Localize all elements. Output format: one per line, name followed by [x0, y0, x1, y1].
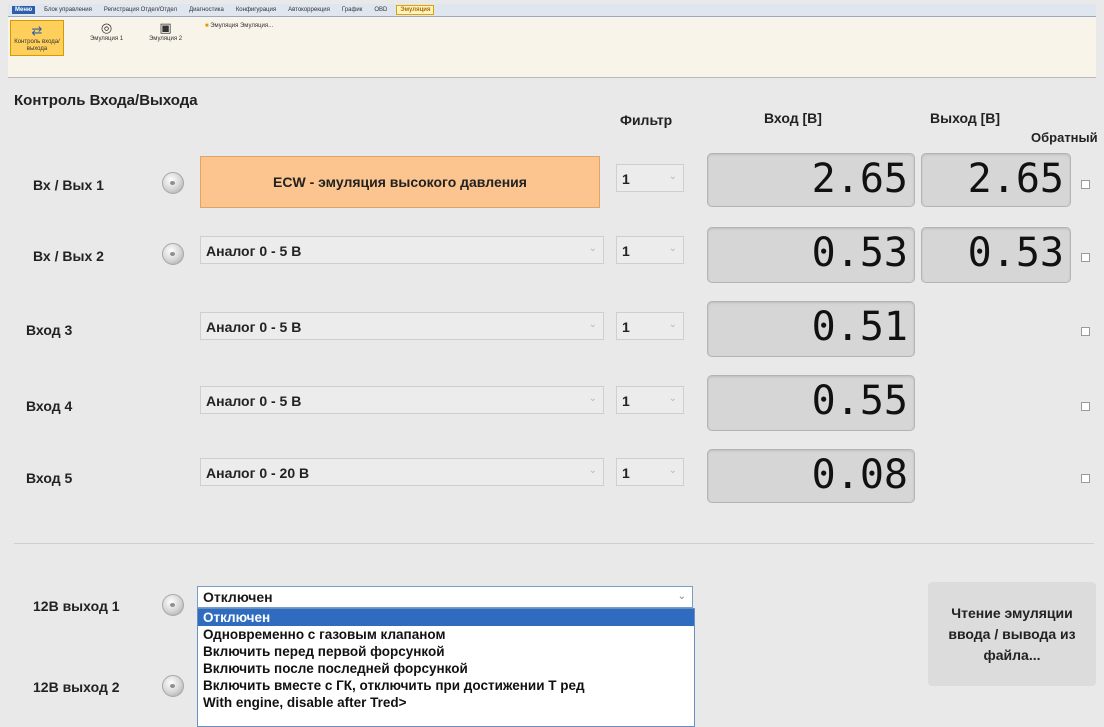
- read-button-label: Чтение эмуляции ввода / вывода из файла.…: [948, 603, 1075, 666]
- input3-filter-select[interactable]: 1 ⌄: [616, 312, 684, 340]
- io2-indicator-button[interactable]: [162, 243, 184, 265]
- io-control-ribbon-button[interactable]: ⇄ Контроль входа/выхода: [10, 20, 64, 56]
- read-emulation-file-button[interactable]: Чтение эмуляции ввода / вывода из файла.…: [928, 582, 1096, 686]
- chevron-down-icon: ⌄: [588, 465, 597, 476]
- input-column-header: Вход [В]: [764, 110, 822, 126]
- row-label-12v-out1: 12В выход 1: [33, 598, 120, 614]
- out2-indicator-button[interactable]: [162, 675, 184, 697]
- dropdown-option[interactable]: Отключен: [198, 609, 694, 626]
- io1-input-display: 2.65: [707, 153, 915, 207]
- chevron-down-icon: ⌄: [588, 319, 597, 330]
- emulation2-ribbon-button[interactable]: ▣ Эмуляция 2: [149, 20, 182, 43]
- row-label-input5: Вход 5: [26, 470, 73, 486]
- ribbon-emulation-label: ■ Эмуляция Эмуляция...: [205, 23, 273, 29]
- chevron-down-icon: ⌄: [588, 393, 597, 404]
- input5-display: 0.08: [707, 449, 915, 503]
- chevron-down-icon: ⌄: [668, 243, 677, 254]
- input5-filter-value: 1: [622, 465, 630, 481]
- page-title: Контроль Входа/Выхода: [14, 92, 198, 109]
- io1-output-display: 2.65: [921, 153, 1071, 207]
- input4-mode-select[interactable]: Аналог 0 - 5 В ⌄: [200, 386, 604, 414]
- tab-diagnostics[interactable]: Диагностика: [186, 6, 227, 14]
- input5-filter-select[interactable]: 1 ⌄: [616, 458, 684, 486]
- input5-mode-value: Аналог 0 - 20 В: [206, 465, 310, 481]
- input3-mode-select[interactable]: Аналог 0 - 5 В ⌄: [200, 312, 604, 340]
- io2-filter-select[interactable]: 1 ⌄: [616, 236, 684, 264]
- read-button-line1: Чтение эмуляции: [951, 604, 1073, 621]
- io1-indicator-button[interactable]: [162, 172, 184, 194]
- chevron-down-icon: ⌄: [668, 393, 677, 404]
- input4-display: 0.55: [707, 375, 915, 431]
- input4-filter-select[interactable]: 1 ⌄: [616, 386, 684, 414]
- tab-menu[interactable]: Меню: [12, 6, 36, 14]
- dropdown-option[interactable]: Одновременно с газовым клапаном: [198, 626, 694, 643]
- io2-mode-select[interactable]: Аналог 0 - 5 В ⌄: [200, 236, 604, 264]
- input3-filter-value: 1: [622, 319, 630, 335]
- emulation2-icon: ▣: [159, 20, 172, 35]
- dropdown-option[interactable]: Включить вместе с ГК, отключить при дост…: [198, 677, 694, 694]
- io2-filter-value: 1: [622, 243, 630, 259]
- io1-filter-select[interactable]: 1 ⌄: [616, 164, 684, 192]
- input4-filter-value: 1: [622, 393, 630, 409]
- tab-bar: Меню Блок управления Регистрация Отдел/О…: [8, 4, 1096, 17]
- io2-reverse-checkbox[interactable]: [1081, 253, 1090, 262]
- tab-autocorrection[interactable]: Автокоррекция: [285, 6, 333, 14]
- input3-reverse-checkbox[interactable]: [1081, 327, 1090, 336]
- emulation1-ribbon-button[interactable]: ◎ Эмуляция 1: [90, 20, 123, 43]
- chevron-down-icon: ⌄: [668, 319, 677, 330]
- input3-mode-value: Аналог 0 - 5 В: [206, 319, 302, 335]
- row-label-io1: Вх / Вых 1: [33, 177, 104, 193]
- tab-emulation[interactable]: Эмуляция: [396, 5, 435, 15]
- row-label-input4: Вход 4: [26, 398, 73, 414]
- io1-mode-button[interactable]: ECW - эмуляция высокого давления: [200, 156, 600, 208]
- out1-indicator-button[interactable]: [162, 594, 184, 616]
- io2-mode-value: Аналог 0 - 5 В: [206, 243, 302, 259]
- chevron-down-icon: ⌄: [588, 243, 597, 254]
- input5-reverse-checkbox[interactable]: [1081, 474, 1090, 483]
- tab-configuration[interactable]: Конфигурация: [233, 6, 279, 14]
- chevron-down-icon: ⌄: [668, 171, 677, 182]
- reverse-column-header: Обратный: [1031, 130, 1098, 145]
- ribbon-bullet-icon: ■: [205, 23, 209, 29]
- out1-mode-value: Отключен: [203, 589, 273, 605]
- ribbon: ⇄ Контроль входа/выхода ◎ Эмуляция 1 ▣ Э…: [8, 17, 1096, 78]
- io1-reverse-checkbox[interactable]: [1081, 180, 1090, 189]
- section-divider: [14, 543, 1094, 544]
- tab-control-unit[interactable]: Блок управления: [41, 6, 95, 14]
- input4-mode-value: Аналог 0 - 5 В: [206, 393, 302, 409]
- dropdown-option[interactable]: Включить после последней форсункой: [198, 660, 694, 677]
- out1-mode-dropdown-list: Отключен Одновременно с газовым клапаном…: [197, 608, 695, 727]
- read-button-line3: файла...: [983, 646, 1041, 663]
- input4-reverse-checkbox[interactable]: [1081, 402, 1090, 411]
- io-control-icon: ⇄: [31, 23, 43, 38]
- read-button-line2: ввода / вывода из: [948, 625, 1076, 642]
- input3-display: 0.51: [707, 301, 915, 357]
- emulation1-icon: ◎: [100, 20, 113, 35]
- input5-mode-select[interactable]: Аналог 0 - 20 В ⌄: [200, 458, 604, 486]
- tab-graph[interactable]: График: [339, 6, 366, 14]
- row-label-io2: Вх / Вых 2: [33, 248, 104, 264]
- dropdown-option[interactable]: With engine, disable after Tred>: [198, 694, 694, 711]
- row-label-12v-out2: 12В выход 2: [33, 679, 120, 695]
- ribbon-emulation-text: Эмуляция Эмуляция...: [210, 23, 274, 29]
- chevron-down-icon: ⌄: [677, 591, 686, 602]
- tab-obd[interactable]: OBD: [371, 6, 390, 14]
- output-column-header: Выход [В]: [930, 110, 1001, 126]
- io2-output-display: 0.53: [921, 227, 1071, 283]
- dropdown-option[interactable]: Включить перед первой форсункой: [198, 643, 694, 660]
- emulation1-label: Эмуляция 1: [90, 36, 124, 42]
- tab-registration[interactable]: Регистрация Отдел/Отдел: [101, 6, 180, 14]
- emulation2-label: Эмуляция 2: [149, 36, 183, 42]
- chevron-down-icon: ⌄: [668, 465, 677, 476]
- out1-mode-select[interactable]: Отключен ⌄: [197, 586, 693, 608]
- filter-column-header: Фильтр: [620, 112, 673, 128]
- row-label-input3: Вход 3: [26, 322, 73, 338]
- io-control-label: Контроль входа/выхода: [14, 39, 60, 52]
- io2-input-display: 0.53: [707, 227, 915, 283]
- io1-filter-value: 1: [622, 171, 630, 187]
